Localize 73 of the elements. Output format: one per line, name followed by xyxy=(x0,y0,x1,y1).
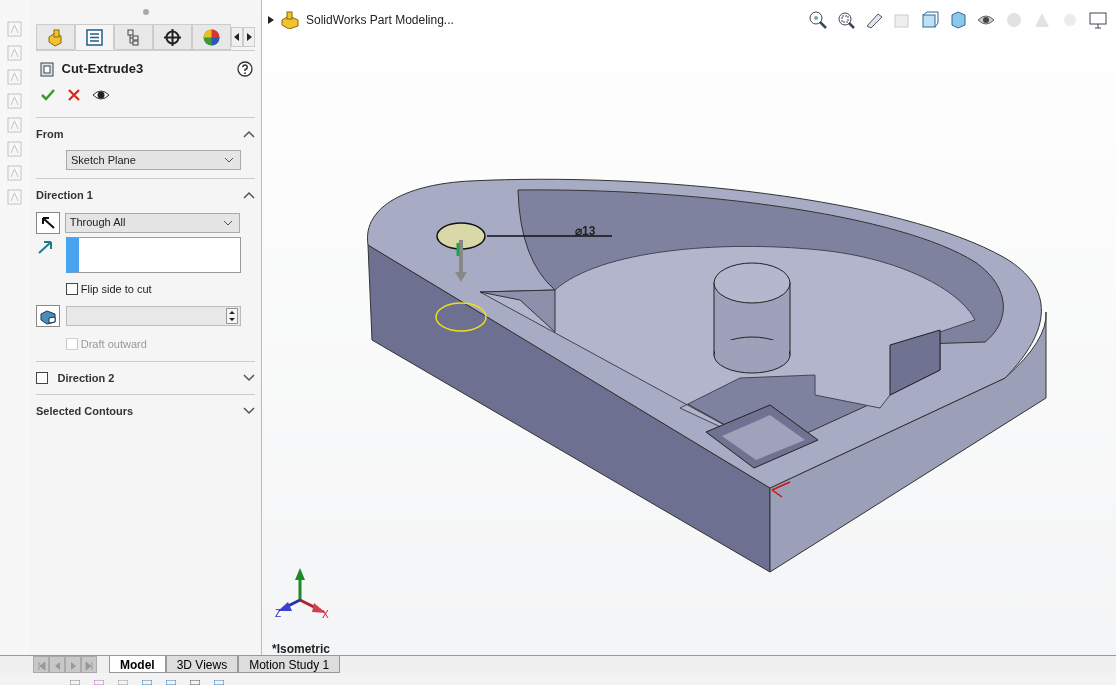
selection-highlight xyxy=(435,302,487,332)
panel-tab[interactable] xyxy=(153,24,193,50)
list-icon xyxy=(84,26,106,48)
section-title: From xyxy=(36,126,64,142)
view-name: *Isometric xyxy=(272,641,331,658)
part-icon xyxy=(280,11,300,29)
help-icon[interactable] xyxy=(237,60,253,77)
first-arrow-icon xyxy=(35,661,47,672)
toolbar-icon[interactable] xyxy=(70,680,80,685)
left-arrow-icon xyxy=(234,33,241,41)
first-tab-button[interactable] xyxy=(33,656,49,673)
bottom-tab[interactable]: 3D Views xyxy=(165,656,239,673)
toolbar-icon[interactable] xyxy=(214,680,224,685)
axis-label: X xyxy=(322,608,329,622)
toolbar-icon[interactable] xyxy=(118,680,128,685)
zoom-area-icon[interactable] xyxy=(836,10,856,30)
crosshair-icon xyxy=(162,26,184,48)
monitor-icon[interactable] xyxy=(1088,10,1108,30)
preview-eye-icon[interactable] xyxy=(92,87,110,102)
checkbox[interactable] xyxy=(36,371,48,384)
scroll-left-button[interactable] xyxy=(231,27,244,47)
toolbar-icon[interactable] xyxy=(142,680,152,685)
grip-handle[interactable] xyxy=(141,8,150,16)
draft-icon xyxy=(39,308,57,325)
document-icon[interactable] xyxy=(6,140,24,158)
dimension-label[interactable]: ⌀13 xyxy=(575,222,596,240)
document-icon[interactable] xyxy=(6,44,24,62)
caret-icon xyxy=(224,157,234,163)
collapse-icon[interactable] xyxy=(243,191,255,200)
document-icon[interactable] xyxy=(6,116,24,134)
previous-tab-button[interactable] xyxy=(49,656,65,673)
zoom-to-fit-icon[interactable] xyxy=(808,10,828,30)
toolbar-icon[interactable] xyxy=(190,680,200,685)
last-arrow-icon xyxy=(83,661,95,672)
section-title: Direction 1 xyxy=(36,188,93,203)
display-style-icon[interactable] xyxy=(948,10,968,30)
bottom-tab[interactable]: Motion Study 1 xyxy=(238,656,341,673)
last-tab-button[interactable] xyxy=(81,656,97,673)
angle-spin-field[interactable] xyxy=(66,306,241,326)
scroll-right-button[interactable] xyxy=(243,27,255,47)
dropdown[interactable]: Sketch Plane xyxy=(66,150,241,170)
spinner-icon[interactable] xyxy=(226,308,238,324)
document-icon[interactable] xyxy=(6,92,24,110)
toolbar-icon[interactable] xyxy=(94,680,104,685)
dropdown[interactable]: Through All xyxy=(64,212,240,233)
next-tab-button[interactable] xyxy=(65,656,81,673)
section-title: Direction 2 xyxy=(57,370,115,386)
feature-icon xyxy=(40,60,56,77)
bottom-tab[interactable]: Model xyxy=(109,656,166,673)
collapse-icon[interactable] xyxy=(243,129,255,138)
draft-button[interactable] xyxy=(36,305,60,327)
document-icon[interactable] xyxy=(6,68,24,86)
checkbox-label: Draft outward xyxy=(80,337,147,352)
expand-icon[interactable] xyxy=(243,407,255,416)
reverse-direction-button[interactable] xyxy=(36,211,60,234)
feature-title: Cut-Extrude3 xyxy=(61,60,144,78)
section-title: Selected Contours xyxy=(36,404,134,419)
axis-label: Z xyxy=(275,607,282,621)
right-arrow-icon xyxy=(246,33,253,41)
document-icon[interactable] xyxy=(6,164,24,182)
toolbar-icon[interactable] xyxy=(166,680,176,685)
expand-arrow-icon[interactable] xyxy=(268,16,274,24)
view-orientation-icon[interactable] xyxy=(920,10,940,30)
checkbox[interactable] xyxy=(66,282,78,295)
document-icon[interactable] xyxy=(6,188,24,206)
part-name[interactable]: SolidWorks Part Modeling... xyxy=(306,11,454,29)
caret-icon xyxy=(222,219,233,226)
arrow-icon xyxy=(39,215,57,232)
document-icon[interactable] xyxy=(6,20,24,38)
checkbox-label: Flip side to cut xyxy=(80,281,152,297)
expand-icon[interactable] xyxy=(243,373,255,382)
selection-field[interactable] xyxy=(66,236,241,273)
cancel-icon[interactable] xyxy=(67,87,81,102)
